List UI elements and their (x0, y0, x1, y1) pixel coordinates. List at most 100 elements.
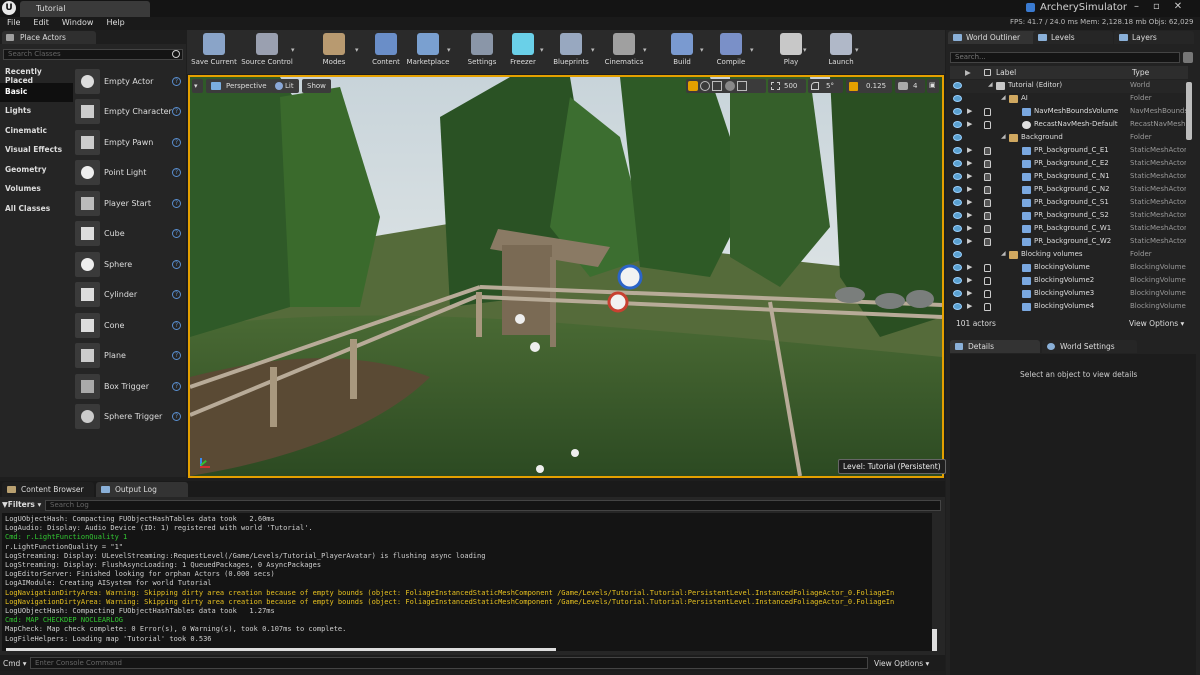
help-icon[interactable]: ? (172, 290, 181, 300)
category-geometry[interactable]: Geometry (0, 161, 73, 181)
lock-icon[interactable] (984, 147, 991, 155)
viewport-options-button[interactable]: ▾ (192, 79, 203, 93)
toolbar-dropdown-arrow-icon[interactable]: ▾ (643, 46, 647, 54)
outliner-view-options[interactable]: View Options ▾ (1129, 319, 1184, 328)
expand-arrow-icon[interactable]: ▶ (967, 211, 972, 219)
outliner-row[interactable]: ▶ PR_background_C_S1 StaticMeshActor (950, 197, 1188, 210)
tab-details[interactable]: Details (950, 340, 1040, 353)
visibility-eye-icon[interactable] (953, 290, 962, 297)
unlock-icon[interactable] (984, 121, 991, 129)
expand-arrow-icon[interactable]: ▶ (967, 237, 972, 245)
outliner-row[interactable]: ▶ RecastNavMesh-Default RecastNavMesh (950, 119, 1188, 132)
visibility-eye-icon[interactable] (953, 303, 962, 310)
tree-arrow-icon[interactable]: ◢ (988, 81, 993, 88)
lock-icon[interactable] (984, 238, 991, 246)
toolbar-dropdown-arrow-icon[interactable]: ▾ (291, 46, 295, 54)
actor-class-empty-character[interactable]: Empty Character? (75, 97, 185, 128)
visibility-eye-icon[interactable] (953, 186, 962, 193)
help-icon[interactable]: ? (172, 137, 181, 147)
menu-file[interactable]: File (0, 17, 26, 27)
transform-tools[interactable] (686, 79, 766, 93)
category-recently-placed[interactable]: Recently Placed (0, 63, 73, 85)
help-icon[interactable]: ? (172, 412, 181, 422)
actor-class-empty-actor[interactable]: Empty Actor? (75, 66, 185, 97)
outliner-row[interactable]: ▶ BlockingVolume4 BlockingVolume (950, 301, 1188, 314)
help-icon[interactable]: ? (172, 259, 181, 269)
show-button[interactable]: Show (302, 79, 331, 93)
visibility-eye-icon[interactable] (953, 121, 962, 128)
outliner-row[interactable]: ▶ NavMeshBoundsVolume NavMeshBounds (950, 106, 1188, 119)
menu-help[interactable]: Help (99, 17, 130, 27)
actor-class-plane[interactable]: Plane? (75, 341, 185, 372)
category-volumes[interactable]: Volumes (0, 180, 73, 200)
filters-dropdown[interactable]: ▼Filters ▾ (2, 500, 41, 509)
unlock-icon[interactable] (984, 264, 991, 272)
actor-class-empty-pawn[interactable]: Empty Pawn? (75, 127, 185, 158)
actor-class-sphere-trigger[interactable]: Sphere Trigger? (75, 402, 185, 433)
outliner-row[interactable]: ▶ BlockingVolume2 BlockingVolume (950, 275, 1188, 288)
tree-arrow-icon[interactable]: ◢ (1001, 133, 1006, 140)
outliner-row[interactable]: ▶ BlockingVolume BlockingVolume (950, 262, 1188, 275)
help-icon[interactable]: ? (172, 229, 181, 239)
category-visual-effects[interactable]: Visual Effects (0, 141, 73, 161)
modes-button[interactable]: Modes (308, 32, 360, 72)
unlock-icon[interactable] (984, 277, 991, 285)
actor-class-box-trigger[interactable]: Box Trigger? (75, 371, 185, 402)
visibility-eye-icon[interactable] (953, 147, 962, 154)
outliner-settings-icon[interactable] (1183, 52, 1193, 63)
expand-arrow-icon[interactable]: ▶ (967, 159, 972, 167)
source-control-status-icon[interactable] (1026, 3, 1035, 12)
expand-arrow-icon[interactable]: ▶ (967, 172, 972, 180)
play-button[interactable]: Play (765, 32, 817, 72)
log-search-input[interactable]: Search Log (45, 500, 941, 511)
toolbar-dropdown-arrow-icon[interactable]: ▾ (447, 46, 451, 54)
lock-icon[interactable] (984, 212, 991, 220)
tree-arrow-icon[interactable]: ◢ (1001, 94, 1006, 101)
expand-arrow-icon[interactable]: ▶ (967, 146, 972, 154)
world-space-icon[interactable] (724, 81, 735, 91)
scale-icon[interactable] (712, 81, 723, 91)
tree-arrow-icon[interactable]: ◢ (1001, 250, 1006, 257)
visibility-eye-icon[interactable] (953, 238, 962, 245)
type-column-header[interactable]: Type (1132, 68, 1149, 77)
actor-class-sphere[interactable]: Sphere? (75, 249, 185, 280)
outliner-row[interactable]: ▶ PR_background_C_E1 StaticMeshActor (950, 145, 1188, 158)
surface-snap-icon[interactable] (736, 81, 747, 91)
visibility-eye-icon[interactable] (953, 82, 962, 89)
outliner-scrollbar[interactable] (1186, 82, 1192, 140)
actor-class-cube[interactable]: Cube? (75, 219, 185, 250)
cmd-dropdown[interactable]: Cmd ▾ (3, 659, 26, 668)
expand-arrow-icon[interactable]: ▶ (967, 302, 972, 310)
actor-class-cylinder[interactable]: Cylinder? (75, 280, 185, 311)
help-icon[interactable]: ? (172, 168, 181, 178)
launch-button[interactable]: Launch (815, 32, 867, 72)
outliner-row[interactable]: ▶ PR_background_C_N1 StaticMeshActor (950, 171, 1188, 184)
help-icon[interactable]: ? (172, 107, 181, 117)
expand-arrow-icon[interactable]: ▶ (967, 289, 972, 297)
help-icon[interactable]: ? (172, 381, 181, 391)
level-viewport[interactable] (188, 75, 944, 478)
maximize-viewport-button[interactable]: ▣ (927, 79, 939, 93)
console-command-input[interactable]: Enter Console Command (30, 657, 868, 669)
expand-arrow-icon[interactable]: ▶ (967, 107, 972, 115)
actor-class-cone[interactable]: Cone? (75, 310, 185, 341)
toolbar-dropdown-arrow-icon[interactable]: ▾ (540, 46, 544, 54)
visibility-eye-icon[interactable] (953, 173, 962, 180)
lock-icon[interactable] (984, 199, 991, 207)
outliner-row[interactable]: ◢ Tutorial (Editor) World (950, 80, 1188, 93)
toolbar-dropdown-arrow-icon[interactable]: ▾ (855, 46, 859, 54)
outliner-row[interactable]: ◢ Blocking volumes Folder (950, 249, 1188, 262)
source-control-button[interactable]: Source Control (241, 32, 293, 72)
log-view-options[interactable]: View Options ▾ (874, 659, 929, 668)
class-search-input[interactable]: Search Classes (3, 49, 183, 60)
unlock-icon[interactable] (984, 303, 991, 311)
unlock-icon[interactable] (984, 108, 991, 116)
visibility-eye-icon[interactable] (953, 212, 962, 219)
expand-arrow-icon[interactable]: ▶ (967, 185, 972, 193)
expand-arrow-icon[interactable]: ▶ (967, 120, 972, 128)
blueprints-button[interactable]: Blueprints (545, 32, 597, 72)
help-icon[interactable]: ? (172, 198, 181, 208)
outliner-row[interactable]: ▶ BlockingVolume3 BlockingVolume (950, 288, 1188, 301)
actor-class-point-light[interactable]: Point Light? (75, 158, 185, 189)
level-document-tab[interactable]: Tutorial (20, 1, 150, 17)
